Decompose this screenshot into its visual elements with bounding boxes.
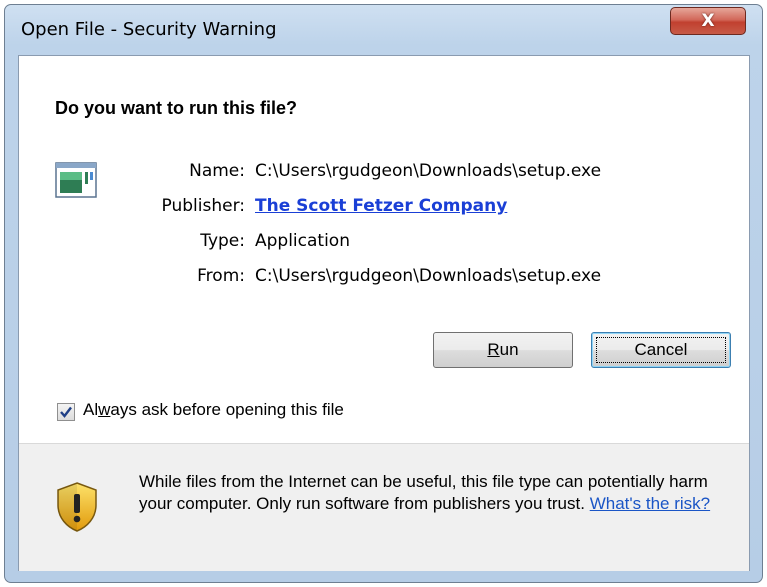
name-value: C:\Users\rgudgeon\Downloads\setup.exe bbox=[255, 161, 602, 181]
window-title: Open File - Security Warning bbox=[21, 19, 277, 40]
dialog-content: Do you want to run this file? Name: C:\U… bbox=[18, 55, 750, 571]
type-value: Application bbox=[255, 231, 350, 251]
whats-the-risk-link[interactable]: What's the risk? bbox=[590, 494, 710, 513]
close-button[interactable]: X bbox=[670, 7, 746, 35]
close-icon: X bbox=[701, 11, 715, 31]
focus-rectangle bbox=[596, 337, 726, 363]
always-ask-label[interactable]: Always ask before opening this file bbox=[83, 400, 344, 420]
name-label: Name: bbox=[189, 161, 245, 181]
security-warning-window: Open File - Security Warning X Do you wa… bbox=[4, 4, 763, 583]
type-label: Type: bbox=[200, 231, 245, 251]
publisher-label: Publisher: bbox=[161, 196, 245, 216]
checkmark-icon bbox=[60, 406, 72, 418]
warning-footer: While files from the Internet can be use… bbox=[19, 444, 749, 571]
publisher-link[interactable]: The Scott Fetzer Company bbox=[255, 196, 507, 216]
run-button-label: Run bbox=[487, 340, 519, 359]
warning-text: While files from the Internet can be use… bbox=[139, 471, 719, 515]
cancel-button[interactable]: Cancel bbox=[591, 332, 731, 368]
from-value: C:\Users\rgudgeon\Downloads\setup.exe bbox=[255, 266, 602, 286]
dialog-question: Do you want to run this file? bbox=[55, 98, 297, 118]
warning-shield-icon bbox=[57, 482, 97, 532]
run-button[interactable]: Run bbox=[433, 332, 573, 368]
application-file-icon bbox=[55, 162, 97, 198]
from-label: From: bbox=[197, 266, 245, 286]
always-ask-checkbox[interactable] bbox=[57, 403, 75, 421]
title-bar[interactable]: Open File - Security Warning X bbox=[5, 5, 762, 45]
